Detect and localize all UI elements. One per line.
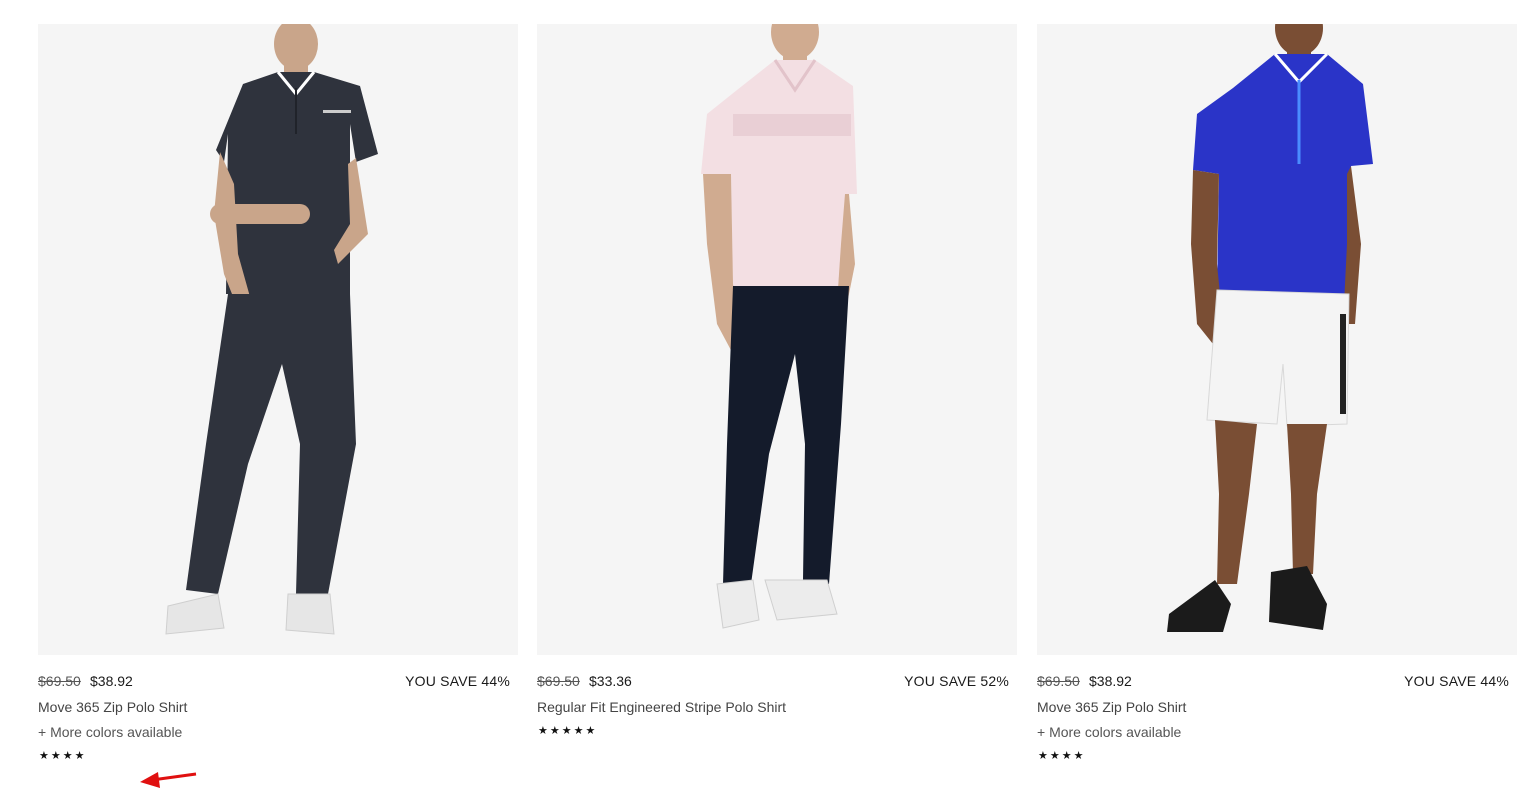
product-card[interactable]: $69.50 $38.92 YOU SAVE 44% Move 365 Zip …: [1037, 24, 1517, 782]
rating-stars[interactable]: ★★★★: [39, 749, 86, 763]
savings-badge: YOU SAVE 52%: [904, 673, 1009, 689]
product-name-link[interactable]: Move 365 Zip Polo Shirt: [38, 698, 187, 716]
red-arrow-icon: [140, 772, 197, 788]
model-pink-polo-image: [537, 24, 1017, 655]
model-charcoal-polo-image: [38, 24, 518, 655]
product-grid: $69.50 $38.92 YOU SAVE 44% Move 365 Zip …: [38, 24, 1517, 788]
product-image[interactable]: [537, 24, 1017, 655]
original-price: $69.50: [537, 673, 580, 689]
model-blue-polo-image: [1037, 24, 1517, 655]
sale-price: $38.92: [1089, 673, 1132, 689]
rating-stars[interactable]: ★★★★★: [538, 724, 597, 738]
sale-price: $33.36: [589, 673, 632, 689]
product-card[interactable]: $69.50 $38.92 YOU SAVE 44% Move 365 Zip …: [38, 24, 518, 782]
savings-badge: YOU SAVE 44%: [1404, 673, 1509, 689]
product-card[interactable]: $69.50 $33.36 YOU SAVE 52% Regular Fit E…: [537, 24, 1017, 782]
savings-badge: YOU SAVE 44%: [405, 673, 510, 689]
price-row: $69.50 $38.92 YOU SAVE 44%: [1037, 672, 1509, 690]
product-name-link[interactable]: Move 365 Zip Polo Shirt: [1037, 698, 1186, 716]
product-image[interactable]: [38, 24, 518, 655]
sale-price: $38.92: [90, 673, 133, 689]
more-colors-link[interactable]: + More colors available: [1037, 723, 1181, 741]
price-row: $69.50 $38.92 YOU SAVE 44%: [38, 672, 510, 690]
original-price: $69.50: [38, 673, 81, 689]
product-image[interactable]: [1037, 24, 1517, 655]
product-name-link[interactable]: Regular Fit Engineered Stripe Polo Shirt: [537, 698, 786, 716]
price-row: $69.50 $33.36 YOU SAVE 52%: [537, 672, 1009, 690]
more-colors-link[interactable]: + More colors available: [38, 723, 182, 741]
original-price: $69.50: [1037, 673, 1080, 689]
rating-stars[interactable]: ★★★★: [1038, 749, 1085, 763]
